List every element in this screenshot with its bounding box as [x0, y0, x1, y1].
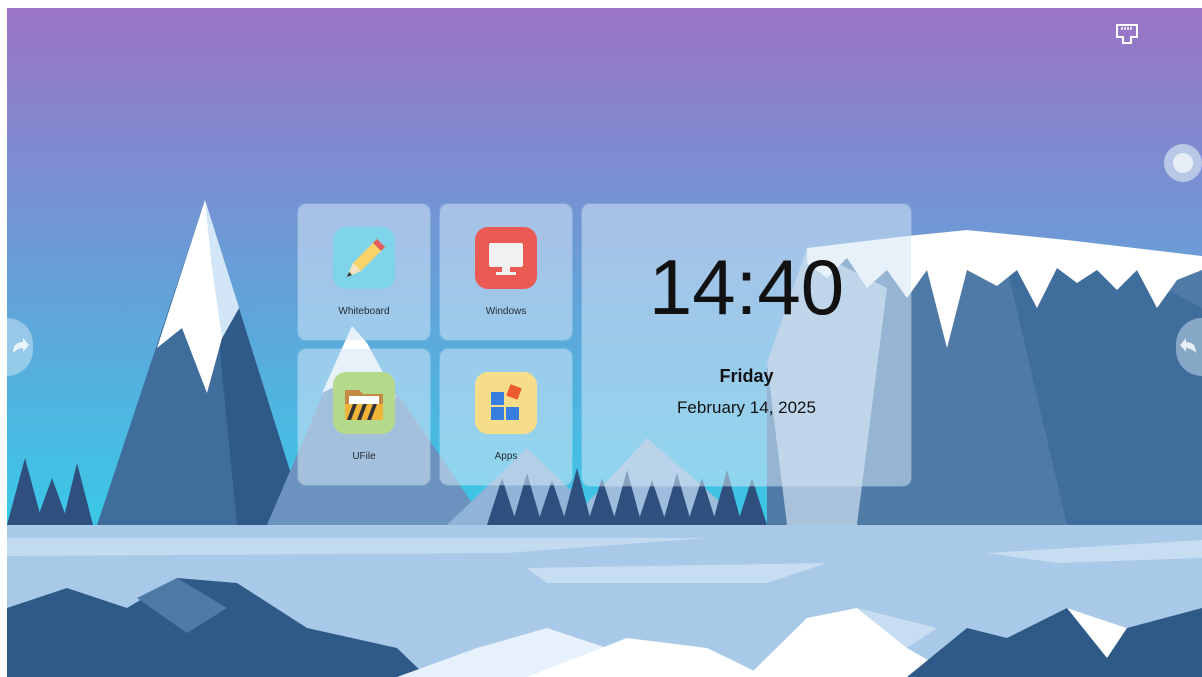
app-label-apps: Apps	[494, 451, 518, 462]
app-tile-whiteboard[interactable]: Whiteboard	[298, 204, 430, 340]
clock-widget[interactable]: 14:40 Friday February 14, 2025	[582, 204, 911, 486]
clock-date: February 14, 2025	[677, 398, 816, 417]
app-tile-apps[interactable]: Apps	[440, 349, 572, 485]
right-side-menu-button[interactable]	[1176, 318, 1202, 376]
clock-day: Friday	[719, 366, 774, 386]
home-screen: Whiteboard Windows UFile Apps 14:40 Frid…	[7, 8, 1202, 677]
grid-icon	[475, 372, 537, 434]
monitor-icon	[475, 227, 537, 289]
app-label-whiteboard: Whiteboard	[338, 306, 390, 317]
app-label-windows: Windows	[485, 306, 527, 317]
undo-arrow-icon	[1180, 338, 1196, 353]
app-tile-ufile[interactable]: UFile	[298, 349, 430, 485]
app-tile-windows[interactable]: Windows	[440, 204, 572, 340]
ethernet-icon	[1116, 24, 1138, 44]
assistive-ball-icon[interactable]	[1164, 144, 1202, 182]
left-side-menu-button[interactable]	[7, 318, 33, 376]
pencil-icon	[333, 227, 395, 289]
clock-time: 14:40	[648, 243, 845, 331]
redo-arrow-icon	[13, 338, 29, 353]
folder-icon	[333, 372, 395, 434]
app-label-ufile: UFile	[352, 451, 376, 462]
